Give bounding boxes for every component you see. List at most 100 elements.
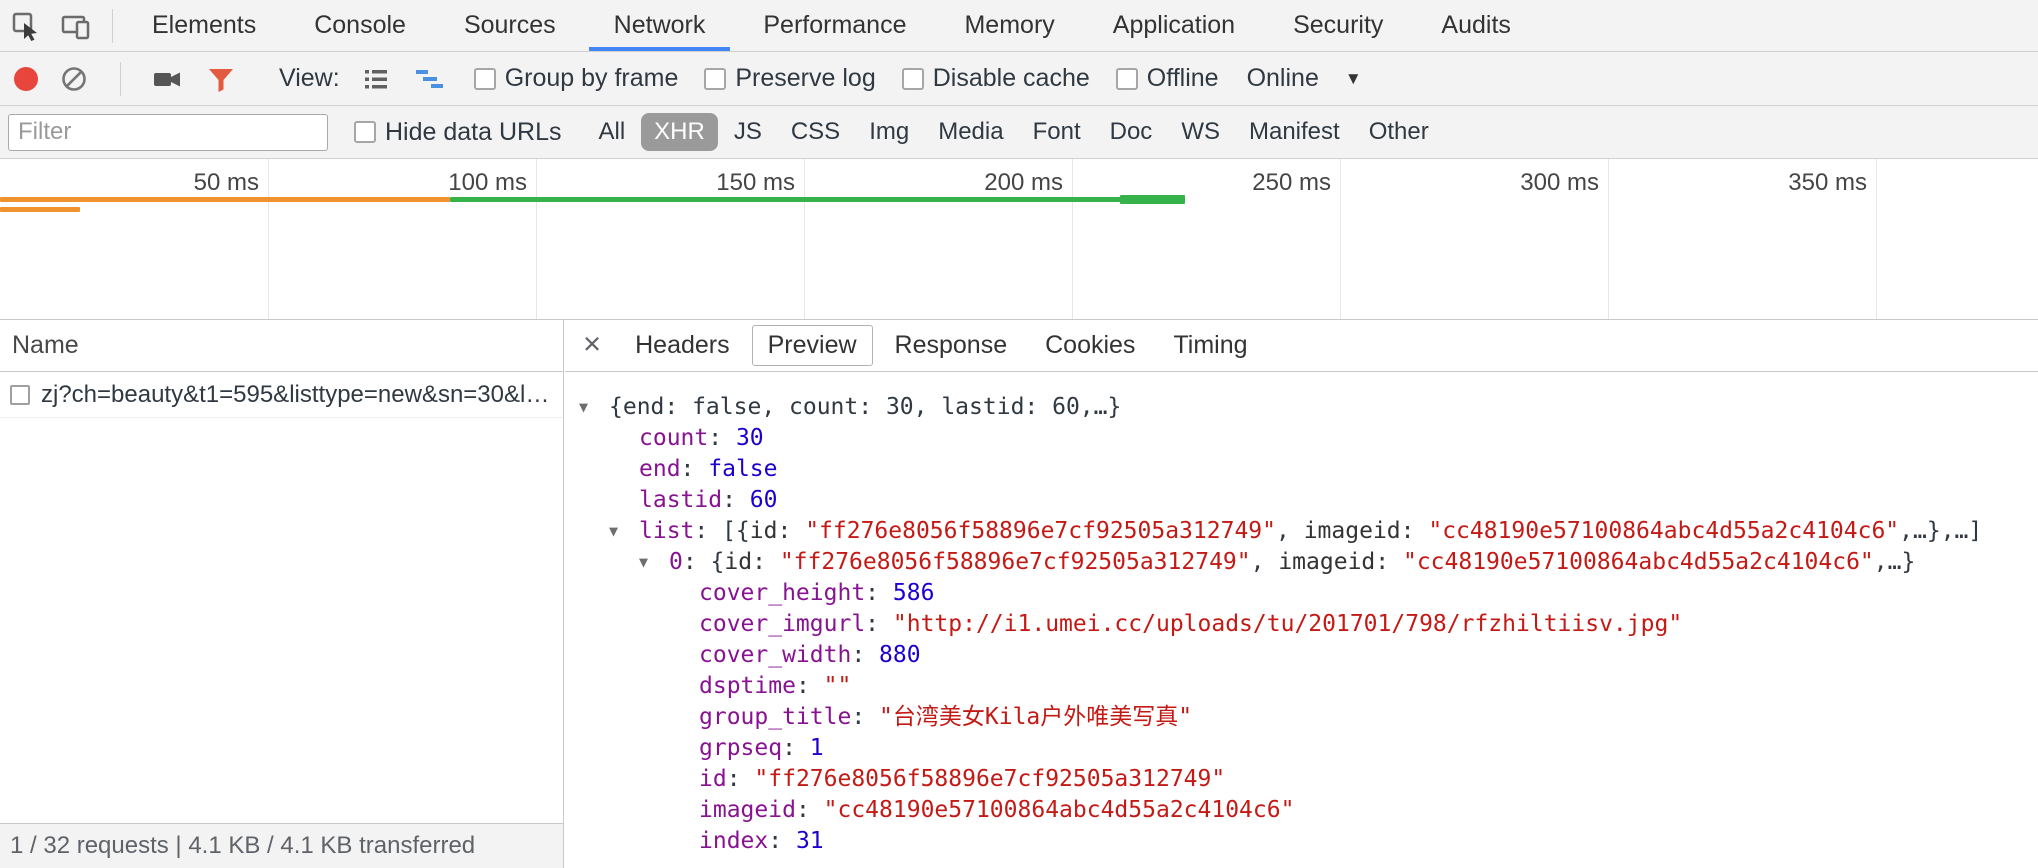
tab-security[interactable]: Security [1264,0,1412,51]
detail-tab-headers[interactable]: Headers [619,325,746,366]
filter-type-manifest[interactable]: Manifest [1236,113,1353,151]
name-column-header[interactable]: Name [0,320,563,372]
token-plain: : { [683,549,725,575]
tree-line: ▼{end: false, count: 30, lastid: 60,…} [565,392,2038,423]
filter-type-all[interactable]: All [585,113,638,151]
token-bool: false [708,456,777,482]
tab-sources[interactable]: Sources [435,0,585,51]
checkbox-icon[interactable] [902,68,924,90]
grid-line [536,159,537,319]
tab-console[interactable]: Console [285,0,435,51]
list-view-button[interactable] [358,61,394,97]
overview-bar [1120,195,1184,204]
filter-type-doc[interactable]: Doc [1097,113,1166,151]
checkbox-label: Hide data URLs [385,118,561,147]
filter-type-js[interactable]: JS [721,113,775,151]
token-key: id [699,766,727,792]
expander-icon[interactable]: ▼ [609,516,639,547]
checkbox-icon[interactable] [1116,68,1138,90]
tab-audits[interactable]: Audits [1412,0,1539,51]
grid-line [1876,159,1877,319]
token-key: group_title [699,704,851,730]
screenshot-camera-button[interactable] [149,61,185,97]
tick-label: 300 ms [1520,169,1599,197]
token-str: "ff276e8056f58896e7cf92505a312749" [754,766,1225,792]
toolbar-checkboxes: Group by frame Preserve log Disable cache O… [466,64,1219,93]
checkbox-preserve-log[interactable]: Preserve log [704,64,875,93]
filter-type-ws[interactable]: WS [1168,113,1233,151]
token-plain: {end: false, count: 30, lastid: 60,…} [609,394,1121,420]
expander-icon[interactable]: ▼ [639,547,669,578]
token-plain: : [782,735,810,761]
token-plain: : [1375,549,1403,575]
tree-line: end: false [565,454,2038,485]
token-plain: : [865,580,893,606]
tab-elements[interactable]: Elements [123,0,285,51]
throttling-value: Online [1247,64,1319,93]
token-str: "http://i1.umei.cc/uploads/tu/201701/798… [893,611,1682,637]
request-type-icon [10,385,30,405]
filter-type-img[interactable]: Img [856,113,922,151]
detail-tab-preview[interactable]: Preview [752,325,873,366]
device-toolbar-button[interactable] [58,8,94,44]
filter-type-media[interactable]: Media [925,113,1016,151]
token-num: 60 [750,487,778,513]
timeline-overview[interactable]: 50 ms100 ms150 ms200 ms250 ms300 ms350 m… [0,159,2038,320]
checkbox-icon[interactable] [704,68,726,90]
detail-tab-cookies[interactable]: Cookies [1029,325,1151,366]
type-filters: AllXHRJSCSSImgMediaFontDocWSManifestOthe… [585,113,1441,151]
token-str: "ff276e8056f58896e7cf92505a312749" [780,549,1251,575]
token-num: 1 [810,735,824,761]
tab-memory[interactable]: Memory [935,0,1083,51]
record-button[interactable] [14,67,38,91]
tab-performance[interactable]: Performance [734,0,935,51]
checkbox-label: Group by frame [505,64,679,93]
token-key: lastid [639,487,722,513]
inspect-element-button[interactable] [8,8,44,44]
token-plain: ,…} [1874,549,1916,575]
filter-funnel-button[interactable] [203,61,239,97]
checkbox-offline[interactable]: Offline [1116,64,1219,93]
checkbox-icon[interactable] [474,68,496,90]
tab-application[interactable]: Application [1084,0,1264,51]
tree-line: count: 30 [565,423,2038,454]
token-str: "cc48190e57100864abc4d55a2c4104c6" [824,797,1295,823]
detail-tabbar: × HeadersPreviewResponseCookiesTiming [565,320,2038,372]
filter-type-other[interactable]: Other [1356,113,1442,151]
token-key: dsptime [699,673,796,699]
clear-button[interactable] [56,61,92,97]
checkbox-label: Offline [1147,64,1219,93]
token-plain: … [699,859,713,868]
checkbox-group-by-frame[interactable]: Group by frame [474,64,679,93]
tree-line: lastid: 60 [565,485,2038,516]
token-ikey: id [724,549,752,575]
filter-type-css[interactable]: CSS [778,113,853,151]
filter-input[interactable] [8,114,328,151]
detail-tab-timing[interactable]: Timing [1157,325,1263,366]
filter-type-font[interactable]: Font [1020,113,1094,151]
checkbox-hide-data-urls[interactable]: Hide data URLs [354,118,561,147]
view-label: View: [279,64,340,93]
close-icon[interactable]: × [571,328,613,363]
waterfall-view-button[interactable] [412,61,448,97]
tab-network[interactable]: Network [585,0,735,51]
detail-tab-response[interactable]: Response [879,325,1024,366]
token-num: 30 [736,425,764,451]
expander-icon[interactable]: ▼ [579,392,609,423]
throttling-select[interactable]: Online ▼ [1247,64,1362,93]
token-plain: : [727,766,755,792]
token-str: "" [824,673,852,699]
preview-tree: ▼{end: false, count: 30, lastid: 60,…}co… [565,372,2038,868]
tree-line: … [565,857,2038,868]
token-str: "ff276e8056f58896e7cf92505a312749" [805,518,1276,544]
inspect-icon [11,11,41,41]
filter-type-xhr[interactable]: XHR [641,113,718,151]
tree-line: cover_height: 586 [565,578,2038,609]
token-key: imageid [699,797,796,823]
checkbox-icon[interactable] [354,121,376,143]
checkbox-disable-cache[interactable]: Disable cache [902,64,1090,93]
token-plain: : [851,704,879,730]
devtools-tabbar: ElementsConsoleSourcesNetworkPerformance… [0,0,2038,52]
request-row[interactable]: zj?ch=beauty&t1=595&listtype=new&sn=30&l… [0,372,563,418]
token-str: "cc48190e57100864abc4d55a2c4104c6" [1428,518,1899,544]
